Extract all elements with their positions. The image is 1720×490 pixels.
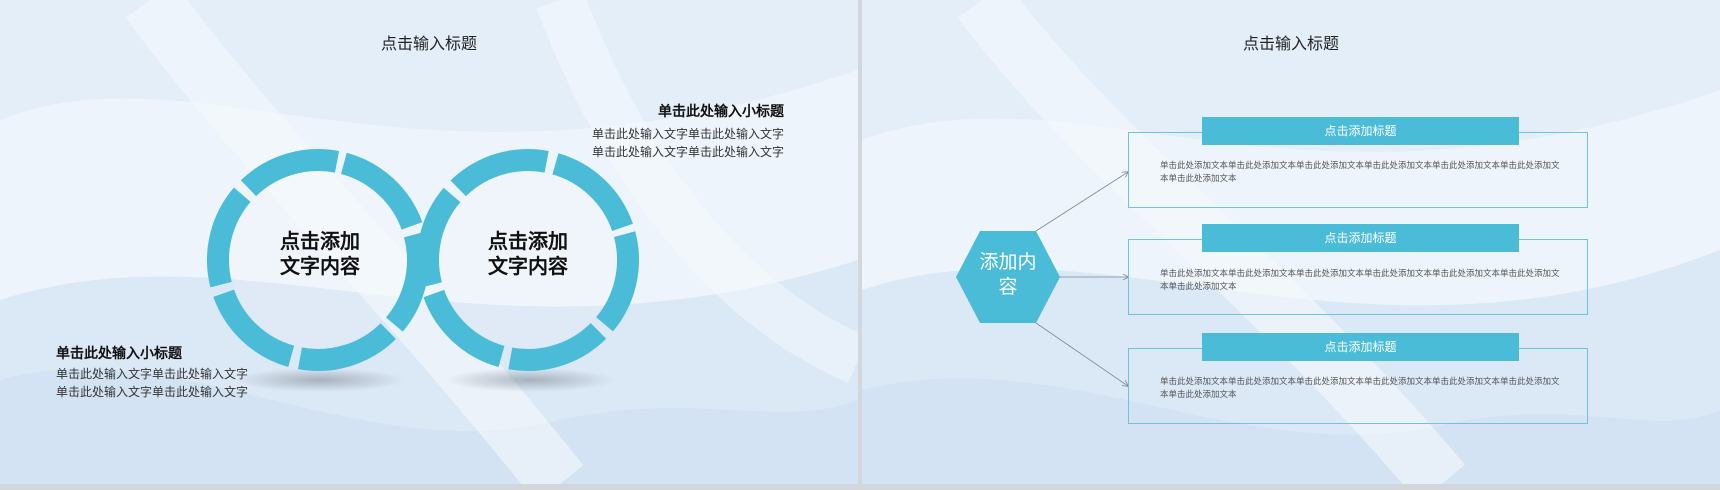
ring-shadow-left xyxy=(235,368,405,392)
box-title-2[interactable]: 点击添加标题 xyxy=(1202,224,1519,252)
box-text-2[interactable]: 单击此处添加文本单击此处添加文本单击此处添加文本单击此处添加文本单击此处添加文本… xyxy=(1160,268,1560,294)
body-line: 单击此处输入文字单击此处输入文字 xyxy=(591,145,784,159)
ring-left-label[interactable]: 点击添加 文字内容 xyxy=(250,229,390,279)
top-right-text-block[interactable]: 单击此处输入小标题 单击此处输入文字单击此处输入文字 单击此处输入文字单击此处输… xyxy=(592,101,784,161)
slide-right[interactable]: 点击输入标题 添加内 容 点击添加标题 单击此处添加文本单击此处添加文本单击此处… xyxy=(862,0,1720,484)
box-title-1[interactable]: 点击添加标题 xyxy=(1202,117,1519,145)
slide-left[interactable]: 点击输入标题 点击添加 文字内容 点击添加 文字内容 单击此处输入小标题 单击此… xyxy=(0,0,858,484)
connector-line-3 xyxy=(1035,322,1128,386)
twin-ring-diagram xyxy=(207,149,639,392)
body-line: 单击此处输入文字单击此处输入文字 xyxy=(56,367,249,381)
box-title-3[interactable]: 点击添加标题 xyxy=(1202,333,1519,361)
ring-right-label[interactable]: 点击添加 文字内容 xyxy=(458,229,598,279)
box-text-3[interactable]: 单击此处添加文本单击此处添加文本单击此处添加文本单击此处添加文本单击此处添加文本… xyxy=(1160,376,1560,402)
hexagon-label[interactable]: 添加内 容 xyxy=(967,250,1049,300)
connector-line-1 xyxy=(1035,172,1128,232)
subheading: 单击此处输入小标题 xyxy=(56,346,182,362)
bottom-left-text-block[interactable]: 单击此处输入小标题 单击此处输入文字单击此处输入文字 单击此处输入文字单击此处输… xyxy=(56,343,248,401)
subheading: 单击此处输入小标题 xyxy=(658,104,784,120)
box-text-1[interactable]: 单击此处添加文本单击此处添加文本单击此处添加文本单击此处添加文本单击此处添加文本… xyxy=(1160,160,1560,186)
body-line: 单击此处输入文字单击此处输入文字 xyxy=(56,385,249,399)
body-line: 单击此处输入文字单击此处输入文字 xyxy=(591,127,784,141)
ring-shadow-right xyxy=(445,368,615,392)
